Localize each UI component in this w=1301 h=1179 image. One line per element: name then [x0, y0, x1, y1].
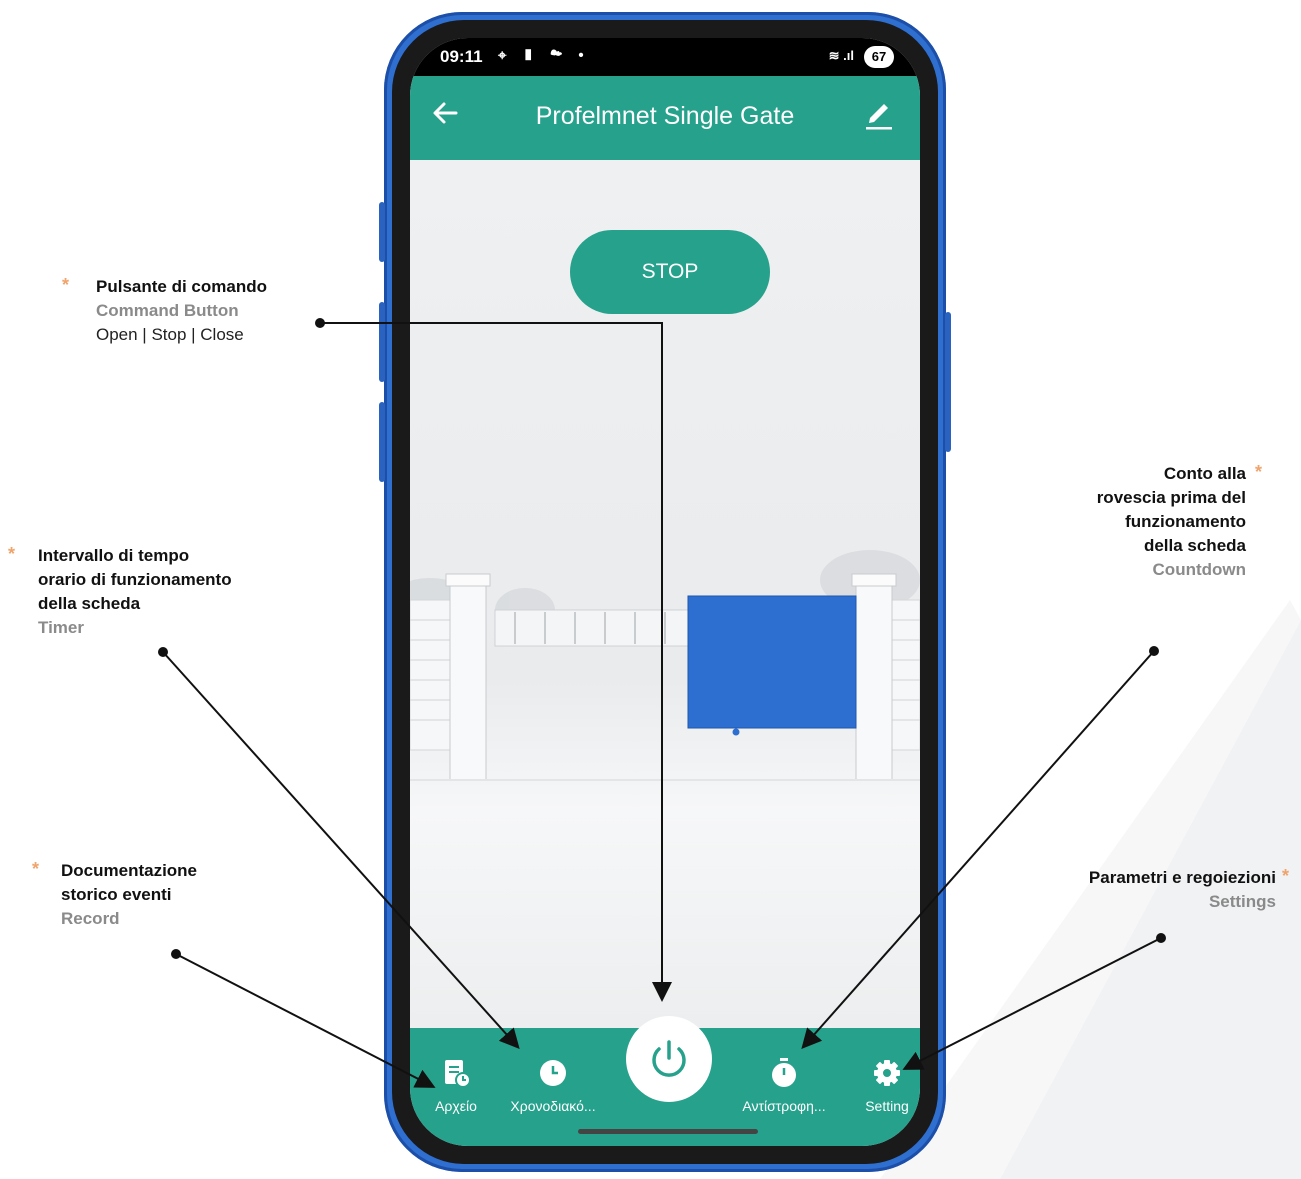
- signal-icon: ≋ .ıl: [828, 48, 854, 63]
- nav-label: Αρχείο: [435, 1098, 477, 1114]
- annotation-line: Intervallo di tempo: [38, 546, 190, 565]
- power-icon: [652, 1040, 686, 1077]
- bottom-nav: Αρχείο Χρονοδιακό... Αντίστροφη... Setti…: [410, 1016, 920, 1146]
- annotation-subtitle: Record: [61, 909, 120, 928]
- annotation-line: funzionamento: [1125, 512, 1246, 531]
- gear-icon: [874, 1060, 900, 1086]
- star-icon: *: [8, 544, 16, 564]
- app-screen: 09:11 ⌖ ▮ ☁ • ≋ .ıl 67 Profelmnet Single…: [410, 38, 920, 1146]
- volume-button: [379, 302, 385, 382]
- side-button: [379, 402, 385, 482]
- nav-label: Setting: [865, 1098, 909, 1114]
- annotation-command: Pulsante di comando Command Button Open …: [96, 275, 267, 347]
- phone-frame: 09:11 ⌖ ▮ ☁ • ≋ .ıl 67 Profelmnet Single…: [379, 12, 951, 1172]
- star-icon: *: [1255, 462, 1263, 482]
- annotation-subtitle: Settings: [1208, 892, 1276, 911]
- volume-button: [379, 202, 385, 262]
- power-button[interactable]: [626, 1016, 712, 1102]
- battery-icon: 67: [864, 46, 894, 68]
- annotation-line: della scheda: [38, 594, 141, 613]
- status-time: 09:11: [440, 47, 483, 66]
- annotation-title: Pulsante di comando: [96, 277, 267, 296]
- annotation-line: rovescia prima del: [1096, 488, 1246, 507]
- clock-icon: [540, 1060, 566, 1086]
- nav-timer[interactable]: Χρονοδιακό...: [503, 1058, 603, 1114]
- star-icon: *: [62, 275, 70, 295]
- record-icon: [445, 1060, 471, 1088]
- star-icon: *: [1282, 866, 1290, 886]
- annotation-settings: Parametri e regoiezioni Settings: [1030, 866, 1276, 914]
- status-left-icons: ⌖ ▮ ☁ •: [498, 47, 590, 64]
- nav-record[interactable]: Αρχείο: [410, 1058, 506, 1114]
- annotation-timer: Intervallo di tempo orario di funzioname…: [38, 544, 232, 640]
- nav-label: Χρονοδιακό...: [510, 1098, 596, 1114]
- annotation-title: Parametri e regoiezioni: [1088, 868, 1276, 887]
- gate-illustration: [410, 550, 920, 781]
- star-icon: *: [32, 859, 40, 879]
- annotation-line: della scheda: [1143, 536, 1246, 555]
- annotation-line: orario di funzionamento: [38, 570, 232, 589]
- app-bar: Profelmnet Single Gate: [410, 76, 920, 160]
- annotation-line: Documentazione: [61, 861, 198, 880]
- annotation-subtitle: Countdown: [1152, 560, 1246, 579]
- power-side-button: [945, 312, 951, 452]
- annotation-line: Conto alla: [1163, 464, 1246, 483]
- annotation-record: Documentazione storico eventi Record: [61, 859, 197, 931]
- nav-label: Αντίστροφη...: [742, 1098, 826, 1114]
- annotation-extra: Open | Stop | Close: [96, 325, 244, 344]
- annotation-line: storico eventi: [61, 885, 172, 904]
- gate-view: STOP: [410, 160, 920, 1028]
- home-indicator: [578, 1129, 758, 1134]
- stop-button[interactable]: STOP: [570, 230, 770, 314]
- annotation-subtitle: Timer: [38, 618, 84, 637]
- nav-countdown[interactable]: Αντίστροφη...: [734, 1058, 834, 1114]
- nav-settings[interactable]: Setting: [837, 1058, 920, 1114]
- status-bar: 09:11 ⌖ ▮ ☁ • ≋ .ıl 67: [410, 38, 920, 76]
- annotation-subtitle: Command Button: [96, 301, 239, 320]
- pencil-icon[interactable]: [864, 96, 894, 130]
- stopwatch-icon: [772, 1058, 796, 1087]
- page-title: Profelmnet Single Gate: [535, 102, 795, 130]
- annotation-countdown: Conto alla rovescia prima del funzioname…: [1040, 462, 1246, 582]
